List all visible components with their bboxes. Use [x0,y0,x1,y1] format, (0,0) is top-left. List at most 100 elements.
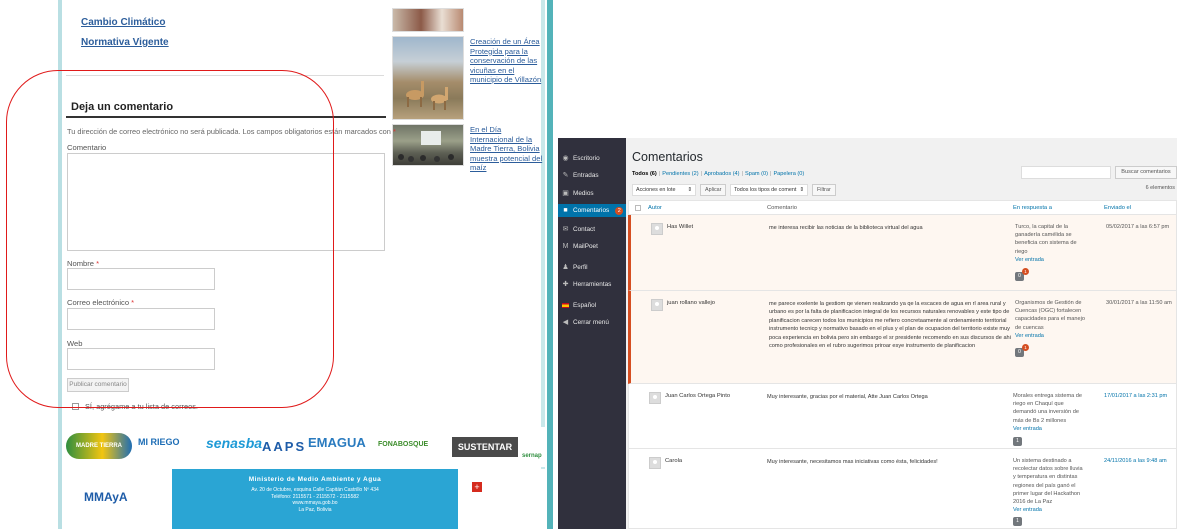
table-row[interactable]: juan rollano vallejo me parece exelente … [628,291,1177,384]
wp-admin-comments: ◉ Escritorio ✎ Entradas ▣ Medios ■ Comentari… [558,138,1177,529]
nav-label: Perfil [573,264,588,271]
comment-date[interactable]: 30/01/2017 a las 11:50 am [1106,300,1172,306]
logo-sustentar: SUSTENTAR [452,437,518,457]
post-thumbnail-top[interactable] [392,8,464,32]
col-in-response[interactable]: En respuesta a [1013,205,1052,211]
mail-icon: ✉ [562,226,569,233]
mailpoet-icon: M [562,243,569,250]
select-all-checkbox[interactable] [635,205,641,211]
nav-herramientas[interactable]: ✚ Herramientas [558,278,626,291]
comment-type-select[interactable]: Todos los tipos de coment ⇕ [730,184,808,196]
comment-bubble-icon[interactable]: 1 [1013,437,1022,446]
col-sent[interactable]: Enviado el [1104,205,1131,211]
nav-contact[interactable]: ✉ Contact [558,223,626,236]
comment-text: Muy interesante, necesitamos mas iniciat… [767,459,938,465]
partner-logos: MADRE TIERRA MI RIEGO senasba AAPS EMAGU… [62,427,546,467]
table-row[interactable]: Carola Muy interesante, necesitamos mas … [628,449,1177,529]
response-post-title[interactable]: Morales entrega sistema de riego en Chaq… [1013,393,1082,424]
nav-entradas[interactable]: ✎ Entradas [558,169,626,182]
comment-text: Muy interesante, gracias por el material… [767,394,928,400]
bulk-actions-select[interactable]: Acciones en lote ⇕ [632,184,696,196]
filter-all[interactable]: Todos (6) [632,171,657,177]
nav-label: Español [573,302,597,309]
user-icon: ♟ [562,264,569,271]
view-post-link[interactable]: Ver entrada [1013,506,1083,514]
media-icon: ▣ [562,190,569,197]
items-count: 6 elementos [1145,185,1175,191]
comment-icon: ■ [563,207,568,214]
comment-bubble-icon[interactable]: 1 [1013,517,1022,526]
nav-escritorio[interactable]: ◉ Escritorio [558,152,626,165]
conference-image-icon [398,131,454,162]
comment-author[interactable]: Juan Carlos Ortega Pinto [665,393,730,399]
nav-mailpoet[interactable]: M MailPoet [558,240,626,253]
logo-mi-riego: MI RIEGO [138,437,180,447]
nav-label: MailPoet [573,243,598,250]
ministry-city: La Paz, Bolivia [298,506,332,513]
status-filters: Todos (6) | Pendientes (2) | Aprobados (4) | S… [632,171,805,177]
vicunas-thumbnail[interactable] [392,36,464,120]
avatar [649,392,661,404]
view-post-link[interactable]: Ver entrada [1015,256,1085,264]
pin-icon: ✎ [562,172,569,179]
collapse-icon: ◀ [562,319,569,326]
logo-emagua: EMAGUA [308,435,366,450]
in-response-to: Turco, la capital de la ganadería caméli… [1015,223,1085,264]
nav-comentarios[interactable]: ■ Comentarios 2 [558,204,626,217]
filter-trash[interactable]: Papelera (0) [773,171,804,177]
nav-label: Entradas [573,172,599,179]
nav-espanol[interactable]: Español [558,299,626,312]
filter-pending[interactable]: Pendientes (2) [662,171,698,177]
pending-badge: 1 [1022,344,1029,351]
nav-label: Herramientas [573,281,612,288]
logo-aaps: AAPS [262,439,307,454]
filter-spam[interactable]: Spam (0) [745,171,768,177]
pending-count-badge: 2 [615,206,624,215]
search-input[interactable] [1021,166,1111,179]
comment-date[interactable]: 05/02/2017 a las 6:57 pm [1106,224,1169,230]
bulk-actions-label: Acciones en lote [636,187,676,193]
nav-label: Contact [573,226,596,233]
response-post-title[interactable]: Un sistema destinado a recolectar datos … [1013,458,1083,505]
table-row[interactable]: Has Willet me interesa recibir las notic… [628,215,1177,291]
comment-author[interactable]: Has Willet [667,224,693,230]
comment-date[interactable]: 17/01/2017 a las 2:31 pm [1104,393,1167,399]
post-link-vicunas[interactable]: Creación de un Área Protegida para la co… [470,37,546,85]
search-comments-button[interactable]: Buscar comentarios [1115,166,1177,179]
table-row[interactable]: Juan Carlos Ortega Pinto Muy interesante… [628,384,1177,449]
logo-mmaya: MMAyA [84,490,128,504]
nav-medios[interactable]: ▣ Medios [558,187,626,200]
conference-thumbnail[interactable] [392,124,464,166]
filter-approved[interactable]: Aprobados (4) [704,171,739,177]
dashboard-icon: ◉ [562,155,569,162]
comment-author[interactable]: Carola [665,458,682,464]
nav-perfil[interactable]: ♟ Perfil [558,261,626,274]
view-post-link[interactable]: Ver entrada [1015,332,1085,340]
view-post-link[interactable]: Ver entrada [1013,425,1083,433]
select-arrow-icon: ⇕ [687,187,692,193]
page-title: Comentarios [632,150,703,164]
blog-page: Cambio Climático Normativa Vigente Creac… [0,0,556,529]
apply-button[interactable]: Aplicar [700,184,727,196]
comment-date[interactable]: 24/11/2016 a las 9:48 am [1104,458,1167,464]
logo-sernap: sernap [522,453,542,459]
comment-text: me interesa recibir las noticias de la b… [769,225,923,231]
ministry-heading: Ministerio de Medio Ambiente y Agua [248,476,382,483]
select-arrow-icon: ⇕ [799,187,804,193]
avatar [651,223,663,235]
nav-label: Comentarios [573,207,610,214]
response-post-title[interactable]: Organismos de Gestión de Cuencas (OGC) f… [1015,300,1085,331]
logo-madre-tierra: MADRE TIERRA [66,433,132,459]
comment-author[interactable]: juan rollano vallejo [667,300,715,306]
filter-button[interactable]: Filtrar [812,184,836,196]
link-cambio-climatico[interactable]: Cambio Climático [81,17,165,28]
flag-icon [562,303,569,308]
nav-label: Cerrar menú [573,319,609,326]
comment-type-label: Todos los tipos de coment [734,187,797,193]
post-link-madre-tierra[interactable]: En el Día Internacional de la Madre Tier… [470,125,546,173]
wp-main-content: Comentarios Todos (6) | Pendientes (2) | Apr… [626,138,1177,529]
link-normativa-vigente[interactable]: Normativa Vigente [81,37,169,48]
col-author[interactable]: Autor [648,205,662,211]
response-post-title[interactable]: Turco, la capital de la ganadería caméli… [1015,224,1077,255]
nav-cerrar-menu[interactable]: ◀ Cerrar menú [558,316,626,329]
